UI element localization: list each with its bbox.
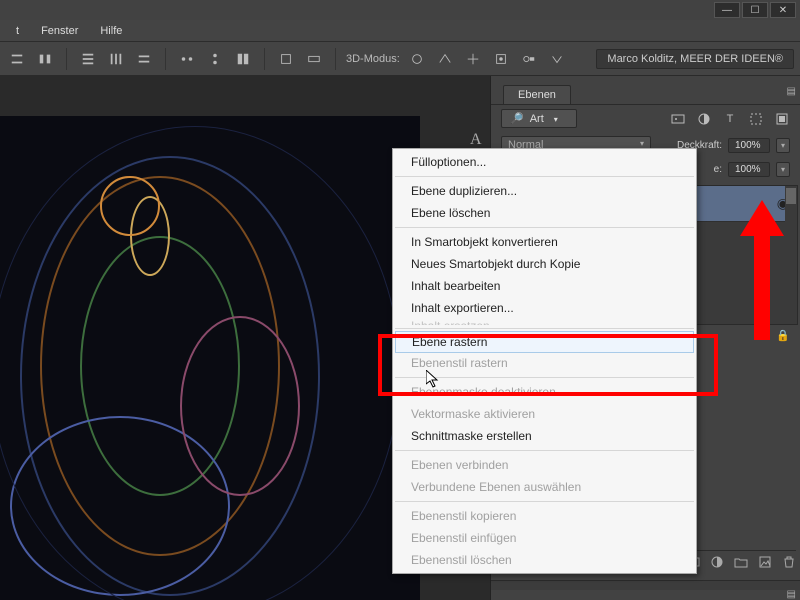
menu-item-ebene-rastern[interactable]: Ebene rastern — [395, 331, 694, 353]
separator — [264, 48, 265, 70]
menu-item-inhalt-exportieren[interactable]: Inhalt exportieren... — [393, 297, 696, 319]
tab-ebenen[interactable]: Ebenen — [503, 85, 571, 104]
menu-item-in-smartobjekt-konvertieren[interactable]: In Smartobjekt konvertieren — [393, 231, 696, 253]
options-toolbar: 3D-Modus: Marco Kolditz, MEER DER IDEEN® — [0, 42, 800, 76]
menu-item-f-lloptionen[interactable]: Fülloptionen... — [393, 151, 696, 173]
dist-icon-4[interactable] — [176, 48, 198, 70]
menu-item-schnittmaske-erstellen[interactable]: Schnittmaske erstellen — [393, 425, 696, 447]
lock-icon[interactable]: 🔒 — [776, 329, 790, 342]
mode-icon-1[interactable] — [406, 48, 428, 70]
menu-item-ebenenstil-l-schen: Ebenenstil löschen — [393, 549, 696, 571]
dist-icon-5[interactable] — [204, 48, 226, 70]
filter-smart-icon[interactable] — [774, 111, 790, 127]
menu-truncated[interactable]: t — [8, 22, 27, 40]
menu-item-ebenenstil-kopieren: Ebenenstil kopieren — [393, 505, 696, 527]
separator — [165, 48, 166, 70]
menu-item-vektormaske-aktivieren: Vektormaske aktivieren — [393, 403, 696, 425]
fill-label: e: — [714, 164, 722, 175]
group-icon[interactable] — [734, 555, 748, 569]
fill-dropdown-icon[interactable]: ▾ — [776, 162, 790, 177]
menu-item-inhalt-bearbeiten[interactable]: Inhalt bearbeiten — [393, 275, 696, 297]
mode-icon-2[interactable] — [434, 48, 456, 70]
layer-filter-select[interactable]: 🔎Art▾ — [501, 109, 577, 128]
opacity-dropdown-icon[interactable]: ▾ — [776, 138, 790, 153]
menubar: t Fenster Hilfe — [0, 20, 800, 42]
align-icon-1[interactable] — [6, 48, 28, 70]
panel-menu-icon[interactable]: ▤ — [787, 86, 796, 97]
menu-item-ebenenstil-einf-gen: Ebenenstil einfügen — [393, 527, 696, 549]
filter-type-icon[interactable]: T — [722, 111, 738, 127]
menu-item-ebenen-verbinden: Ebenen verbinden — [393, 454, 696, 476]
window-close-button[interactable]: ✕ — [770, 2, 796, 18]
new-layer-icon[interactable] — [758, 555, 772, 569]
mode-icon-6[interactable] — [546, 48, 568, 70]
separator — [66, 48, 67, 70]
window-minimize-button[interactable]: — — [714, 2, 740, 18]
mode-icon-5[interactable] — [518, 48, 540, 70]
opacity-value[interactable]: 100% — [728, 138, 770, 153]
mode-icon-3[interactable] — [462, 48, 484, 70]
layers-scrollbar[interactable] — [785, 186, 797, 324]
filter-shape-icon[interactable] — [748, 111, 764, 127]
adjustment-layer-icon[interactable] — [710, 555, 724, 569]
dist-icon-2[interactable] — [105, 48, 127, 70]
dist-icon-1[interactable] — [77, 48, 99, 70]
dist-icon-8[interactable] — [303, 48, 325, 70]
panel-menu-bottom-icon[interactable]: ▤ — [787, 589, 796, 600]
separator — [335, 48, 336, 70]
dist-icon-3[interactable] — [133, 48, 155, 70]
menu-item-ebenenstil-rastern: Ebenenstil rastern — [393, 352, 696, 374]
menu-item-ebene-l-schen[interactable]: Ebene löschen — [393, 202, 696, 224]
menu-item-ebene-duplizieren[interactable]: Ebene duplizieren... — [393, 180, 696, 202]
dist-icon-6[interactable] — [232, 48, 254, 70]
delete-layer-icon[interactable] — [782, 555, 796, 569]
menu-item-inhalt-ersetzen[interactable]: Inhalt ersetzen... — [393, 319, 696, 325]
menu-item-neues-smartobjekt-durch-kopie[interactable]: Neues Smartobjekt durch Kopie — [393, 253, 696, 275]
mode-icon-4[interactable] — [490, 48, 512, 70]
panel-divider — [491, 580, 800, 590]
layer-context-menu: Fülloptionen...Ebene duplizieren...Ebene… — [392, 148, 697, 574]
character-panel-stub-label: A — [470, 131, 482, 149]
user-workspace-label[interactable]: Marco Kolditz, MEER DER IDEEN® — [596, 49, 794, 69]
dist-icon-7[interactable] — [275, 48, 297, 70]
menu-fenster[interactable]: Fenster — [33, 22, 86, 40]
window-maximize-button[interactable]: ☐ — [742, 2, 768, 18]
canvas[interactable] — [0, 116, 420, 600]
menu-hilfe[interactable]: Hilfe — [92, 22, 130, 40]
menu-item-ebenenmaske-deaktivieren: Ebenenmaske deaktivieren — [393, 381, 696, 403]
align-icon-2[interactable] — [34, 48, 56, 70]
menu-item-verbundene-ebenen-ausw-hlen: Verbundene Ebenen auswählen — [393, 476, 696, 498]
filter-pixel-icon[interactable] — [670, 111, 686, 127]
mode-label: 3D-Modus: — [346, 53, 400, 65]
filter-adjust-icon[interactable] — [696, 111, 712, 127]
fill-value[interactable]: 100% — [728, 162, 770, 177]
window-titlebar: — ☐ ✕ — [0, 0, 800, 20]
